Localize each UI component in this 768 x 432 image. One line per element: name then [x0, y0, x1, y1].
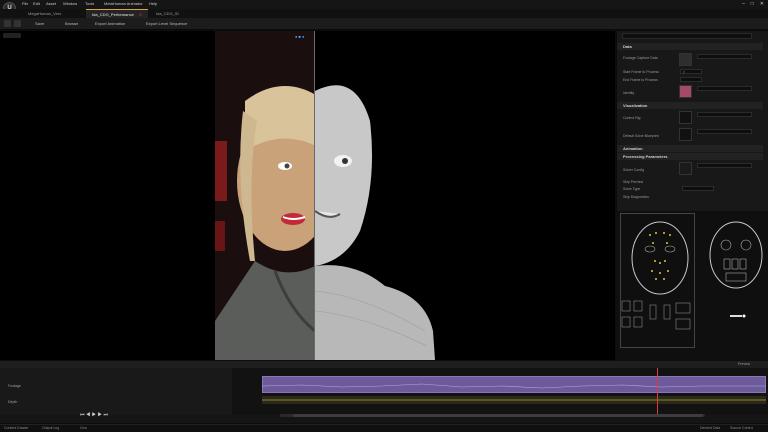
prop-skip-preview-label: Skip Preview [623, 180, 644, 184]
tab-performance[interactable]: Ida_CDG_Performance ✕ [86, 9, 148, 18]
solver-config-field[interactable] [697, 163, 752, 168]
minimize-icon[interactable]: – [742, 1, 745, 7]
save-button[interactable]: Save [32, 20, 47, 27]
tab-label: Ida_CDG_Performance [92, 12, 134, 17]
track-depth[interactable]: Depth [2, 398, 230, 406]
prop-solver-config-label: Solver Config [623, 168, 645, 172]
viewport-options-icon[interactable] [3, 33, 21, 38]
timeline-scroll-thumb[interactable] [293, 414, 703, 417]
source-control-button[interactable]: Source Control [730, 426, 753, 430]
step-forward-icon[interactable]: ▶ [98, 412, 102, 418]
start-frame-field[interactable]: 0 [680, 69, 702, 74]
tab-label: Ida_CDG_ID [156, 11, 179, 16]
derived-data-button[interactable]: Derived Data [700, 426, 720, 430]
blueprint-field[interactable] [697, 129, 752, 134]
menu-metahuman-animator[interactable]: MetaHuman Animator [104, 1, 143, 6]
step-back-icon[interactable]: ◀ [86, 412, 90, 418]
split-divider[interactable] [314, 31, 315, 360]
menu-window[interactable]: Window [63, 1, 77, 6]
playhead[interactable] [657, 368, 658, 415]
menu-edit[interactable]: Edit [33, 1, 40, 6]
window-controls[interactable]: – □ ✕ [736, 1, 764, 7]
tab-label: MegaHuman_Vero [28, 11, 62, 16]
menu-file[interactable]: File [22, 1, 28, 6]
export-animation-button[interactable]: Export Animation [92, 20, 128, 27]
menu-help[interactable]: Help [149, 1, 157, 6]
prop-end-frame-label: End Frame to Process [623, 78, 658, 82]
face-control-board-icon[interactable] [620, 213, 768, 353]
identity-field[interactable] [697, 86, 752, 91]
transport-controls[interactable]: ⏮ ◀ ▶ ▶ ⏭ [80, 412, 108, 418]
section-visualization[interactable]: Visualization [617, 102, 763, 109]
details-search-input[interactable] [622, 33, 752, 39]
prop-skip-diagnostics-label: Skip Diagnostics [623, 195, 649, 199]
section-animation[interactable]: Animation [617, 145, 763, 152]
footage-view [215, 31, 315, 360]
skip-back-icon[interactable]: ⏮ [80, 412, 85, 418]
solver-config-thumbnail[interactable] [679, 162, 692, 175]
skip-forward-icon[interactable]: ⏭ [103, 412, 108, 418]
prop-solve-blueprint-label: Default Solve Blueprint [623, 134, 659, 138]
content-drawer-button[interactable]: Content Drawer [4, 426, 29, 430]
footage-field[interactable] [697, 54, 752, 59]
section-data[interactable]: Data [617, 43, 763, 50]
render-view [315, 31, 435, 360]
tab-megahuman[interactable]: MegaHuman_Vero [22, 9, 86, 18]
tab-close-icon[interactable]: ✕ [139, 12, 142, 17]
menu-asset[interactable]: Asset [46, 1, 56, 6]
play-icon[interactable]: ▶ [92, 412, 96, 418]
keyframe-marks [262, 383, 766, 401]
prop-footage-label: Footage Capture Data [623, 56, 658, 60]
maximize-icon[interactable]: □ [751, 1, 754, 7]
blueprint-thumbnail[interactable] [679, 128, 692, 141]
prop-solve-type-label: Solve Type [623, 187, 641, 191]
status-bar [0, 424, 768, 432]
section-processing-parameters[interactable]: Processing Parameters [617, 153, 763, 160]
menu-tools[interactable]: Tools [85, 1, 94, 6]
control-rig-thumbnail[interactable] [679, 111, 692, 124]
prop-identity-label: Identity [623, 91, 635, 95]
browse-button[interactable]: Browse [62, 20, 81, 27]
export-level-sequence-button[interactable]: Export Level Sequence [143, 20, 190, 27]
save-icon[interactable] [4, 20, 11, 27]
end-frame-field[interactable] [680, 77, 702, 82]
preview-label[interactable]: Preview [738, 362, 750, 366]
solve-type-field[interactable] [682, 186, 714, 191]
view-mode-icons[interactable]: ● ■ ● [295, 34, 304, 39]
control-rig-field[interactable] [697, 112, 752, 117]
track-footage[interactable]: Footage [2, 382, 230, 390]
prop-start-frame-label: Start Frame to Process [623, 70, 659, 74]
cmd-input[interactable]: Cmd [80, 426, 87, 430]
track-list [0, 368, 232, 415]
output-log-button[interactable]: Output Log [42, 426, 59, 430]
browse-icon[interactable] [14, 20, 21, 27]
metahuman-render-image [315, 31, 435, 360]
footage-thumbnail[interactable] [679, 53, 692, 66]
close-icon[interactable]: ✕ [760, 1, 764, 7]
tab-identity[interactable]: Ida_CDG_ID [150, 9, 200, 18]
sequencer-header [0, 361, 768, 368]
identity-thumbnail[interactable] [679, 85, 692, 98]
footage-face-image [215, 31, 315, 360]
prop-control-rig-label: Control Rig [623, 116, 641, 120]
